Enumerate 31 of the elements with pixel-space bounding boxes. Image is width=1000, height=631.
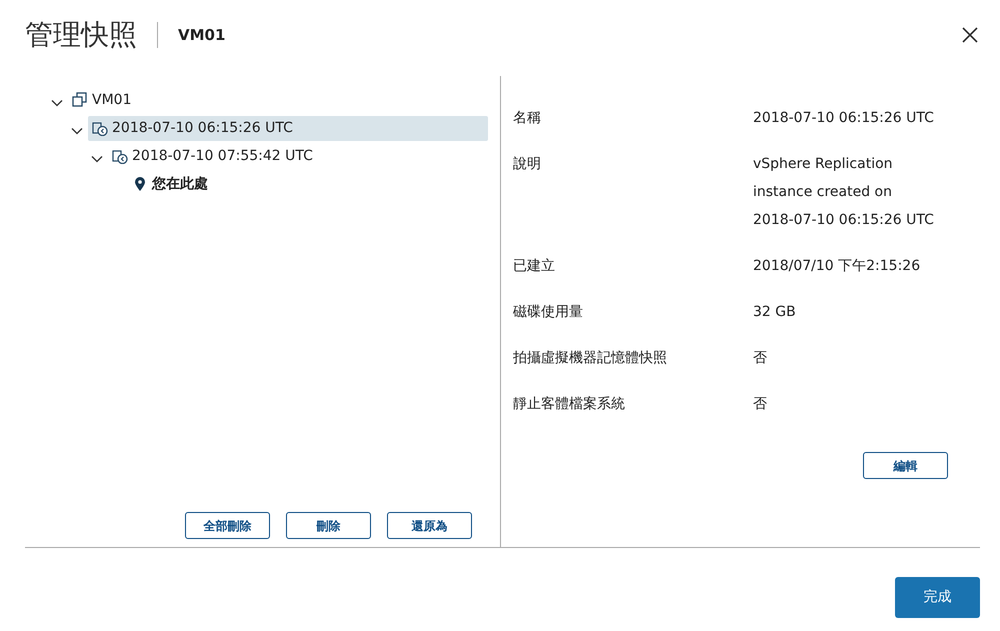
property-value: 否	[753, 349, 767, 368]
action-button[interactable]: 全部刪除	[185, 512, 270, 539]
property-value: 否	[753, 395, 767, 414]
action-button[interactable]: 還原為	[387, 512, 472, 539]
property-label: 拍攝虛擬機器記憶體快照	[513, 349, 668, 368]
property-label: 靜止客體檔案系統	[513, 395, 626, 414]
tree-item[interactable]: 2018-07-10 06:15:26 UTC	[88, 116, 488, 140]
property-value: vSphere Replication	[753, 155, 894, 174]
property-label: 已建立	[513, 257, 556, 276]
tree-item[interactable]: 您在此處	[128, 172, 212, 196]
snapshot-icon	[112, 148, 128, 164]
location-pin-icon	[132, 176, 148, 192]
property-value: 2018-07-10 06:15:26 UTC	[753, 109, 934, 128]
action-button[interactable]: 刪除	[286, 512, 371, 539]
property-label: 磁碟使用量	[513, 303, 584, 322]
close-icon	[960, 25, 980, 46]
tree-item[interactable]: VM01	[68, 88, 136, 112]
property-value: instance created on	[753, 183, 893, 202]
done-button[interactable]: 完成	[895, 577, 980, 618]
tree-item[interactable]: 2018-07-10 07:55:42 UTC	[108, 144, 317, 168]
property-value: 2018-07-10 06:15:26 UTC	[753, 211, 934, 230]
property-value: 32 GB	[753, 303, 796, 322]
edit-button[interactable]: 編輯	[863, 452, 948, 479]
vm-name: VM01	[178, 24, 226, 46]
vm-icon	[72, 92, 88, 108]
snapshot-icon	[92, 120, 108, 136]
close-button[interactable]	[960, 25, 980, 45]
property-value: 2018/07/10 下午2:15:26	[753, 257, 920, 276]
property-label: 名稱	[513, 109, 542, 128]
dialog-title: 管理快照	[25, 17, 137, 53]
property-label: 說明	[513, 155, 542, 174]
